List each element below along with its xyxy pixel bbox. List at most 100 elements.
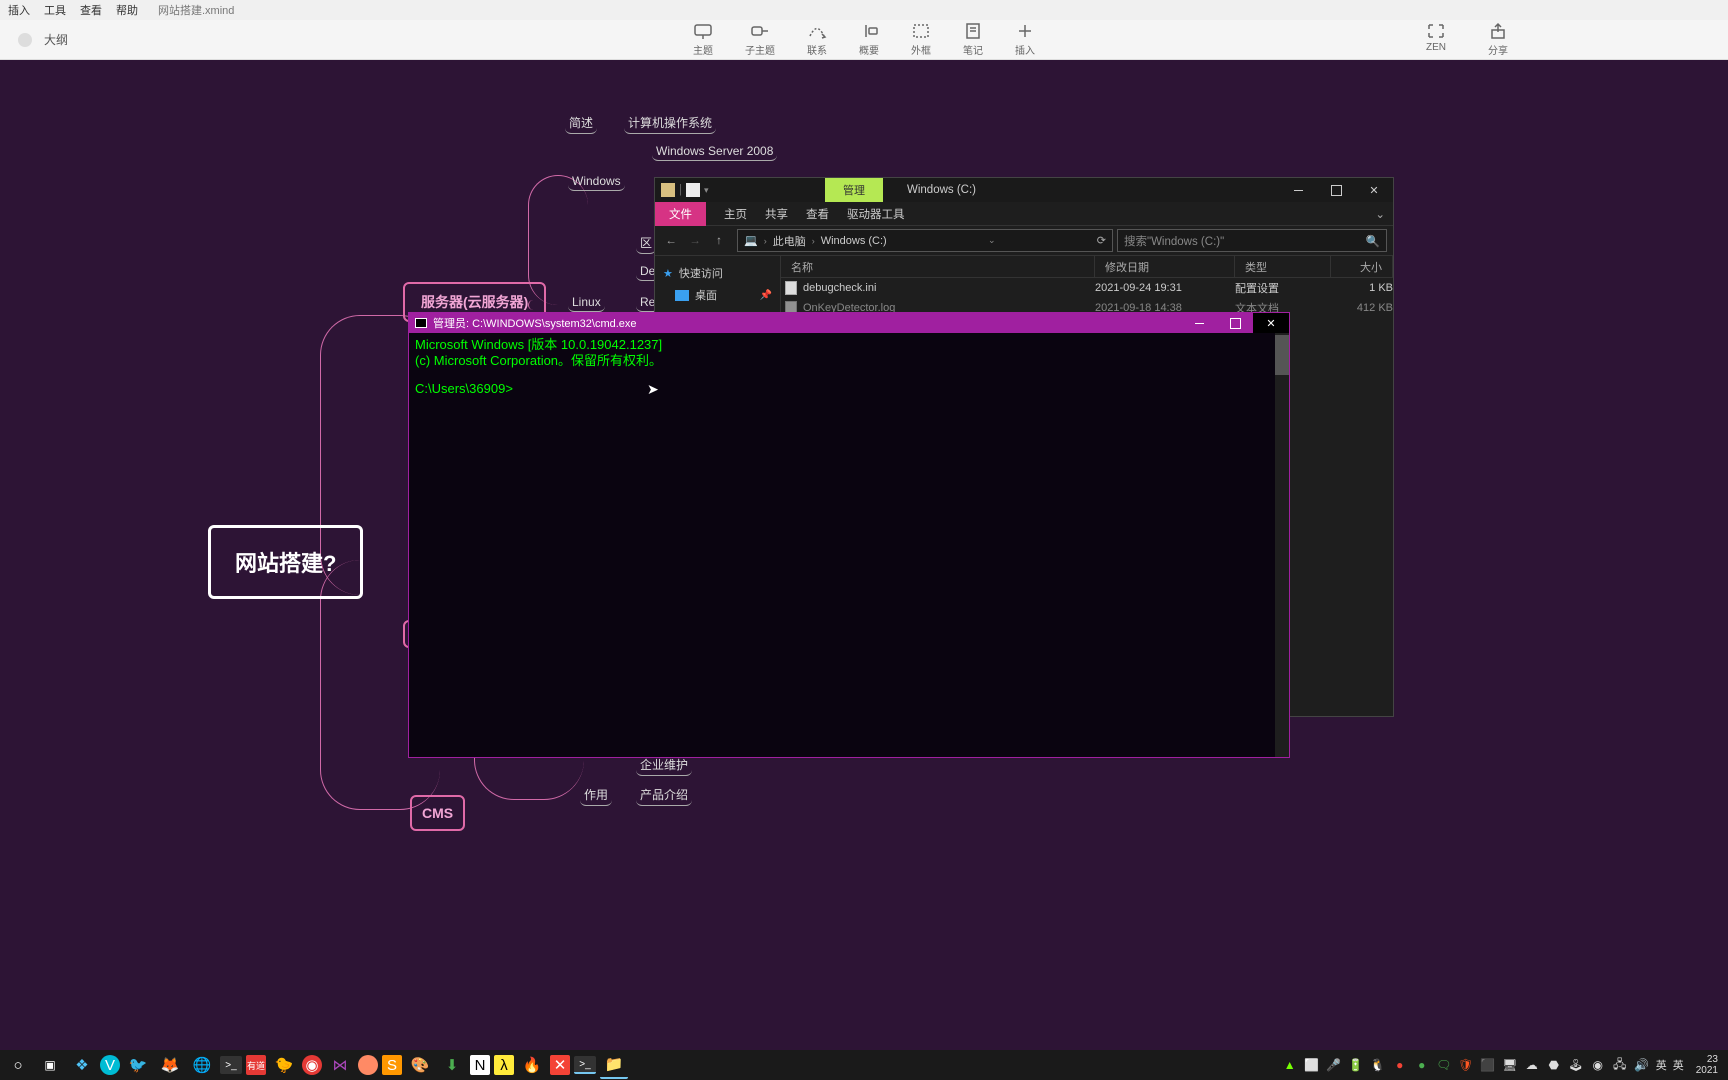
cmd-close[interactable] bbox=[1253, 313, 1289, 333]
steam-icon[interactable]: ◉ bbox=[1590, 1057, 1606, 1073]
tb-relation[interactable]: 联系 bbox=[807, 22, 827, 57]
tray-icon[interactable]: 🔋 bbox=[1348, 1057, 1364, 1073]
menu-help[interactable]: 帮助 bbox=[116, 2, 138, 18]
clock[interactable]: 23 2021 bbox=[1696, 1054, 1718, 1076]
column-headers[interactable]: 名称 修改日期 类型 大小 bbox=[781, 256, 1393, 278]
outline-button[interactable]: 大纲 bbox=[44, 31, 68, 48]
app-icon[interactable]: 🐤 bbox=[270, 1051, 298, 1079]
menu-tools[interactable]: 工具 bbox=[44, 2, 66, 18]
node-windows[interactable]: Windows bbox=[568, 172, 625, 191]
refresh-icon[interactable]: ⟳ bbox=[1097, 234, 1106, 247]
tray-icon[interactable]: ⬣ bbox=[1546, 1057, 1562, 1073]
explorer-titlebar[interactable]: | ▾ 管理 Windows (C:) bbox=[655, 178, 1393, 202]
tray-icon[interactable]: 🕹 bbox=[1568, 1057, 1584, 1073]
cmd-scrollbar[interactable] bbox=[1275, 333, 1289, 757]
explorer-taskbar-icon[interactable]: 📁 bbox=[600, 1051, 628, 1079]
file-row[interactable]: debugcheck.ini 2021-09-24 19:31 配置设置 1 K… bbox=[781, 278, 1393, 298]
chrome-icon[interactable]: 🌐 bbox=[188, 1051, 216, 1079]
app-icon[interactable]: ⬇ bbox=[438, 1051, 466, 1079]
cmd-window[interactable]: 管理员: C:\WINDOWS\system32\cmd.exe Microso… bbox=[408, 312, 1290, 758]
qat-dropdown-icon[interactable]: ▾ bbox=[704, 185, 709, 196]
lambda-icon[interactable]: λ bbox=[494, 1055, 514, 1075]
ime-mode[interactable]: 英 bbox=[1673, 1057, 1684, 1073]
col-name[interactable]: 名称 bbox=[781, 256, 1095, 277]
explorer-minimize[interactable] bbox=[1279, 178, 1317, 202]
col-date[interactable]: 修改日期 bbox=[1095, 256, 1235, 277]
tray-icon[interactable]: 🛡 bbox=[1458, 1057, 1474, 1073]
cmd-titlebar[interactable]: 管理员: C:\WINDOWS\system32\cmd.exe bbox=[409, 313, 1289, 333]
tray-icon[interactable]: ⬛ bbox=[1480, 1057, 1496, 1073]
node-role[interactable]: 作用 bbox=[580, 784, 612, 806]
cmd-taskbar-icon[interactable]: >_ bbox=[574, 1056, 596, 1074]
tb-note[interactable]: 笔记 bbox=[963, 22, 983, 57]
cmd-terminal[interactable]: Microsoft Windows [版本 10.0.19042.1237] (… bbox=[409, 333, 1289, 757]
node-os[interactable]: 计算机操作系统 bbox=[624, 112, 716, 134]
tray-icon[interactable]: ☁ bbox=[1524, 1057, 1540, 1073]
tb-subtheme[interactable]: 子主题 bbox=[745, 22, 775, 57]
ribbon-view[interactable]: 查看 bbox=[806, 206, 829, 222]
ribbon-context-manage[interactable]: 管理 bbox=[825, 178, 883, 202]
side-quick[interactable]: ★快速访问 bbox=[655, 262, 780, 284]
tray-icon[interactable]: ● bbox=[1414, 1057, 1430, 1073]
ime-lang[interactable]: 英 bbox=[1656, 1057, 1667, 1073]
ribbon-file[interactable]: 文件 bbox=[655, 202, 706, 226]
node-product[interactable]: 产品介绍 bbox=[636, 784, 692, 806]
nav-back[interactable]: ← bbox=[661, 235, 681, 247]
crumb-drive[interactable]: Windows (C:) bbox=[821, 235, 887, 247]
tb-zen[interactable]: ZEN bbox=[1426, 22, 1446, 57]
ribbon-share[interactable]: 共享 bbox=[765, 206, 788, 222]
notion-icon[interactable]: N bbox=[470, 1055, 490, 1075]
node-root[interactable]: 网站搭建? bbox=[208, 525, 363, 599]
app-icon[interactable]: 🐦 bbox=[124, 1051, 152, 1079]
nav-up[interactable]: ↑ bbox=[709, 235, 729, 247]
xmind-icon[interactable]: ✕ bbox=[550, 1055, 570, 1075]
search-icon[interactable]: 🔍 bbox=[1366, 234, 1380, 248]
app-icon[interactable] bbox=[358, 1055, 378, 1075]
tb-summary[interactable]: 概要 bbox=[859, 22, 879, 57]
taskview-icon[interactable]: ▣ bbox=[36, 1051, 64, 1079]
address-path[interactable]: 💻 › 此电脑 › Windows (C:) ⌄ ⟳ bbox=[737, 229, 1113, 252]
sublime-icon[interactable]: S bbox=[382, 1055, 402, 1075]
tb-theme[interactable]: 主题 bbox=[693, 22, 713, 57]
menu-insert[interactable]: 插入 bbox=[8, 2, 30, 18]
cmd-maximize[interactable] bbox=[1217, 313, 1253, 333]
node-ws2008[interactable]: Windows Server 2008 bbox=[652, 142, 777, 161]
tray-icon[interactable]: 🎤 bbox=[1326, 1057, 1342, 1073]
node-zone[interactable]: 区 bbox=[636, 232, 656, 254]
node-cms[interactable]: CMS bbox=[410, 795, 465, 831]
explorer-maximize[interactable] bbox=[1317, 178, 1355, 202]
app-icon[interactable]: 🔥 bbox=[518, 1051, 546, 1079]
tray-icon[interactable]: ▲ bbox=[1282, 1057, 1298, 1073]
explorer-search[interactable]: 搜索"Windows (C:)" 🔍 bbox=[1117, 229, 1387, 252]
tray-icon[interactable]: ⬜ bbox=[1304, 1057, 1320, 1073]
tray-icon[interactable]: 🗨 bbox=[1436, 1057, 1452, 1073]
tb-boundary[interactable]: 外框 bbox=[911, 22, 931, 57]
tb-share[interactable]: 分享 bbox=[1488, 22, 1508, 57]
terminal-icon[interactable]: >_ bbox=[220, 1056, 242, 1074]
ribbon-drive[interactable]: 驱动器工具 bbox=[847, 206, 905, 222]
tray-icon[interactable]: 🐧 bbox=[1370, 1057, 1386, 1073]
col-size[interactable]: 大小 bbox=[1331, 256, 1393, 277]
tray-icon[interactable]: 🖥 bbox=[1502, 1057, 1518, 1073]
col-type[interactable]: 类型 bbox=[1235, 256, 1331, 277]
crumb-pc[interactable]: 此电脑 bbox=[773, 233, 806, 249]
nav-forward[interactable]: → bbox=[685, 235, 705, 247]
explorer-close[interactable] bbox=[1355, 178, 1393, 202]
start-button[interactable]: ○ bbox=[4, 1051, 32, 1079]
app-icon[interactable]: 有道 bbox=[246, 1055, 266, 1075]
ribbon-expand-icon[interactable]: ⌄ bbox=[1375, 207, 1385, 221]
cmd-minimize[interactable] bbox=[1181, 313, 1217, 333]
ribbon-home[interactable]: 主页 bbox=[724, 206, 747, 222]
vscode-icon[interactable]: ⋈ bbox=[326, 1051, 354, 1079]
firefox-icon[interactable]: 🦊 bbox=[156, 1051, 184, 1079]
tray-icon[interactable]: ● bbox=[1392, 1057, 1408, 1073]
qat-icon[interactable] bbox=[686, 183, 700, 197]
app-icon[interactable]: ◉ bbox=[302, 1055, 322, 1075]
app-icon[interactable]: V bbox=[100, 1055, 120, 1075]
app-icon[interactable]: ❖ bbox=[68, 1051, 96, 1079]
menu-view[interactable]: 查看 bbox=[80, 2, 102, 18]
tb-insert[interactable]: 插入 bbox=[1015, 22, 1035, 57]
volume-icon[interactable]: 🔊 bbox=[1634, 1057, 1650, 1073]
app-icon[interactable]: 🎨 bbox=[406, 1051, 434, 1079]
node-intro[interactable]: 简述 bbox=[565, 112, 597, 134]
